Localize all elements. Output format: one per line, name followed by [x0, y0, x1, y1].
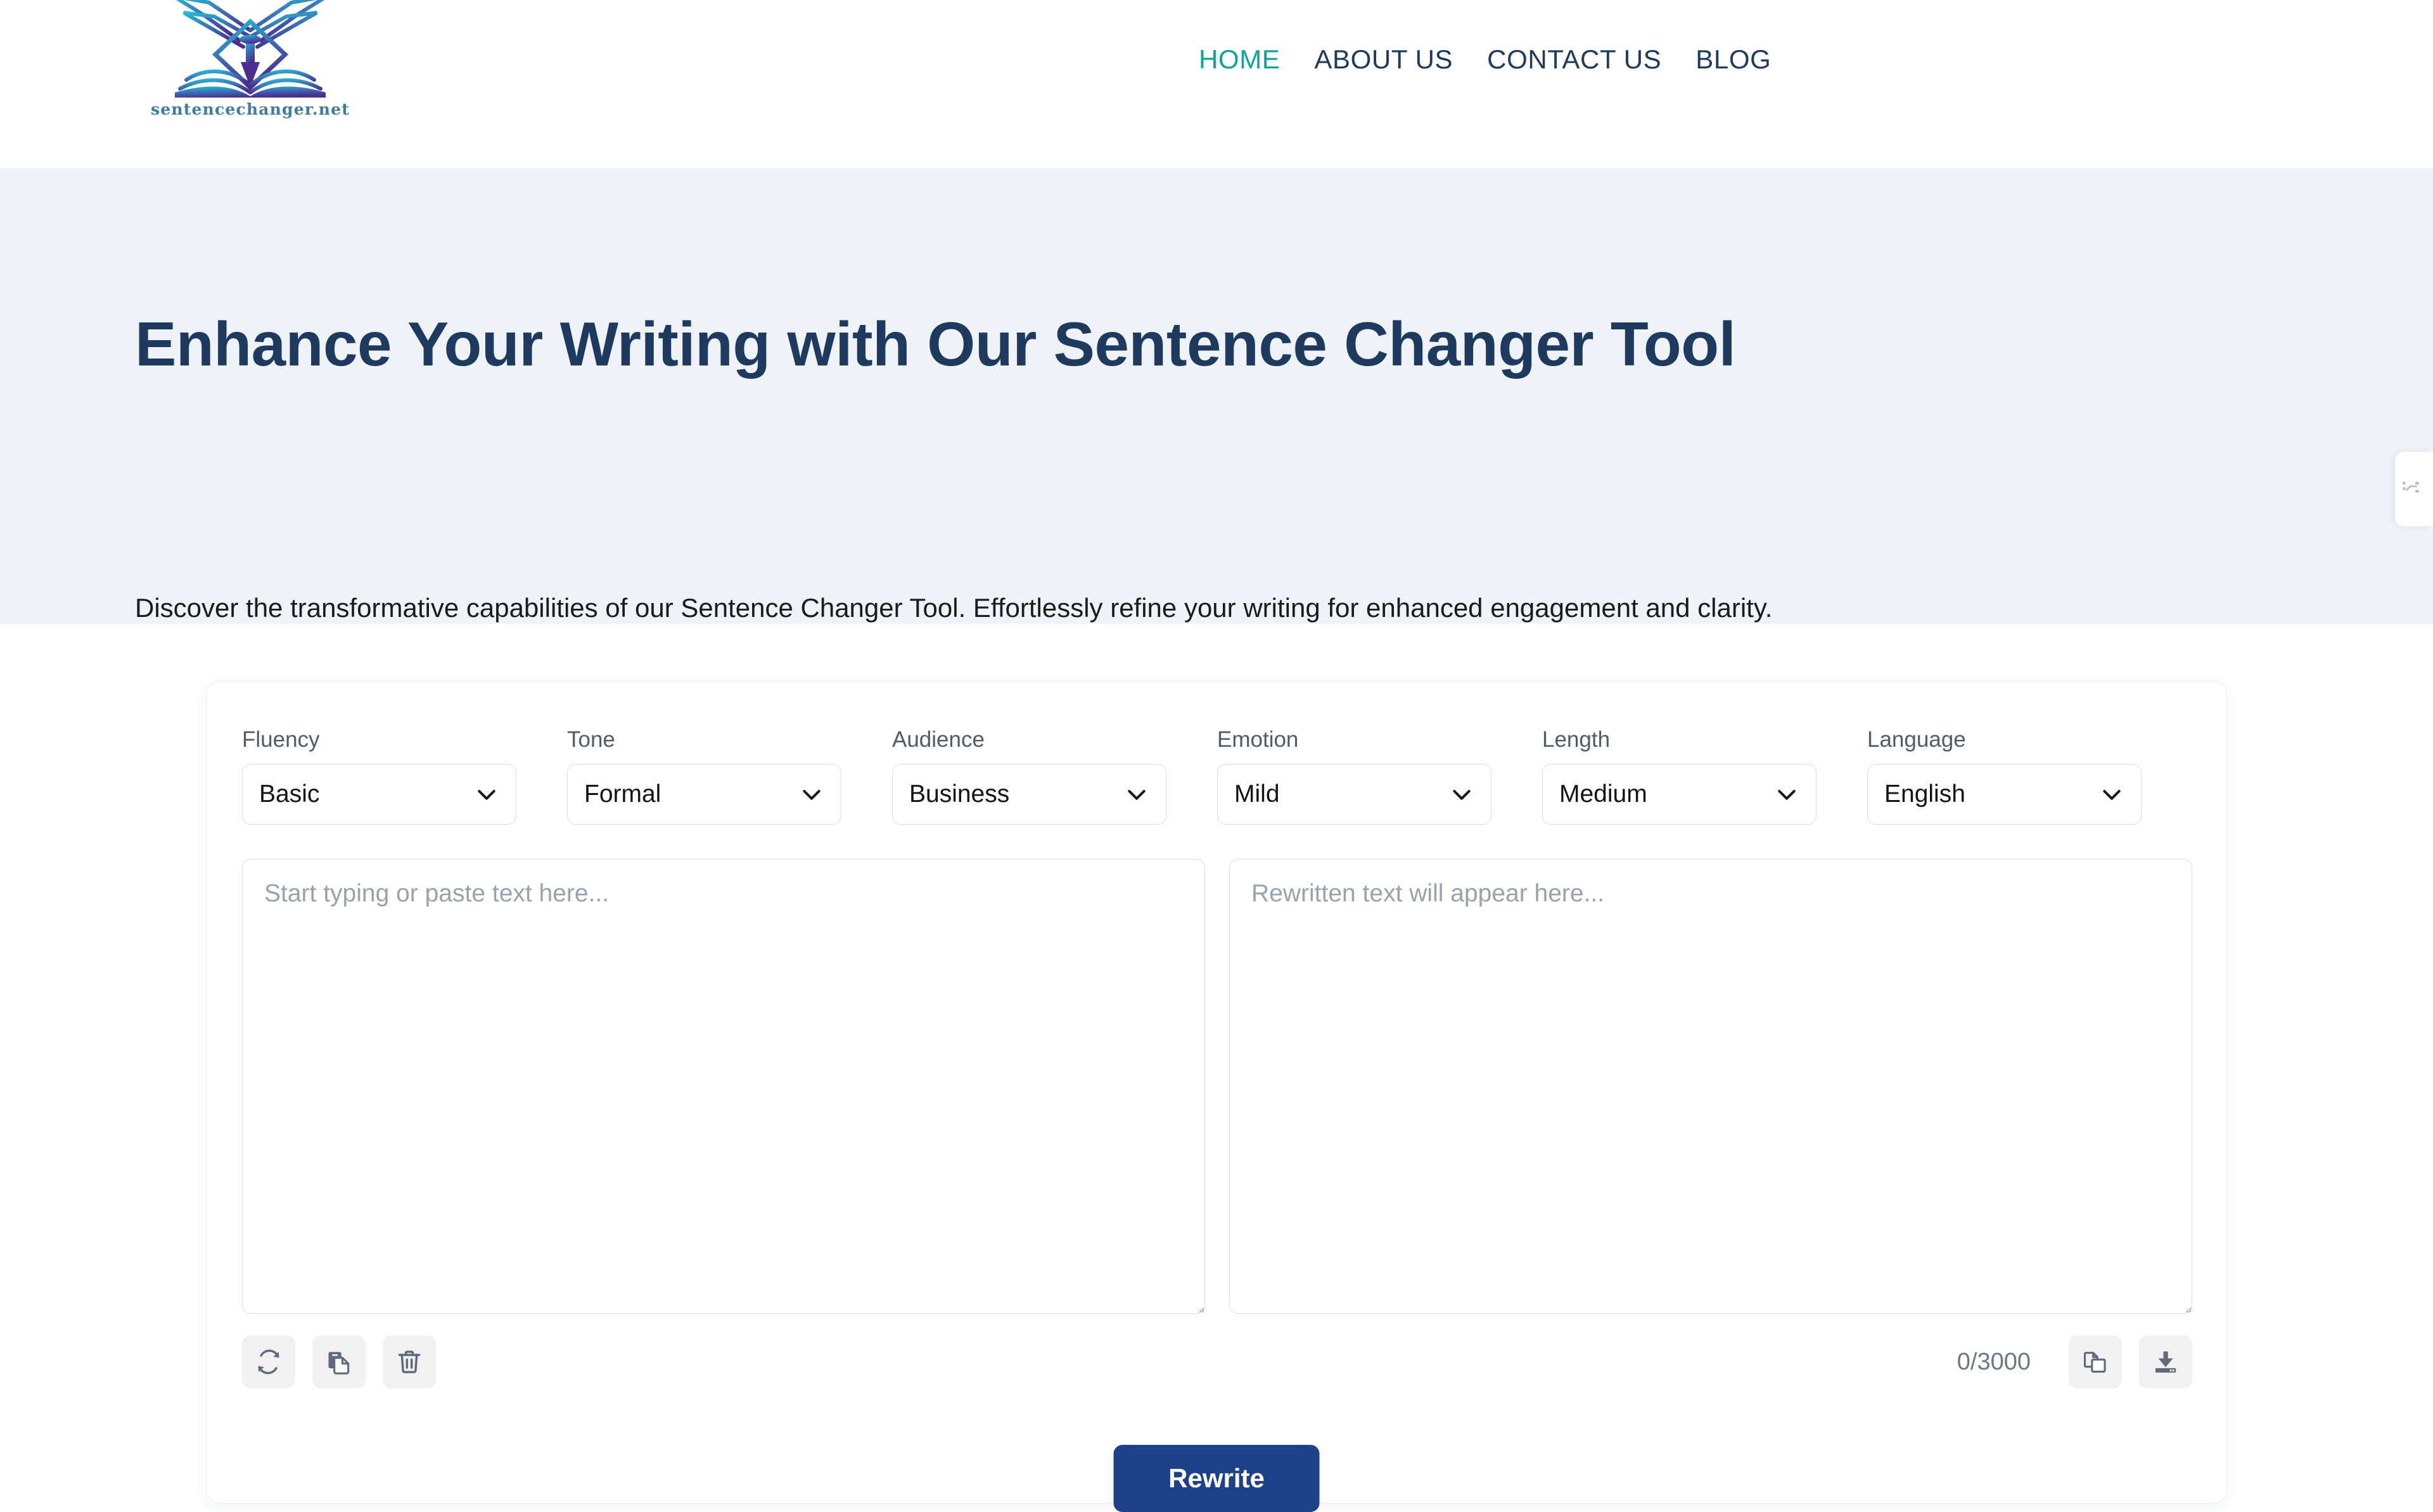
nav-item-home[interactable]: HOME [1182, 44, 1297, 75]
option-group-audience: Audience Business [892, 727, 1217, 825]
option-group-length: Length Medium [1542, 727, 1867, 825]
option-group-tone: Tone Formal [567, 727, 892, 825]
download-button[interactable] [2139, 1335, 2192, 1388]
refresh-button[interactable] [242, 1335, 295, 1388]
logo-text: sentencechanger.net [151, 100, 350, 118]
select-tone[interactable]: Formal [567, 764, 841, 825]
option-group-emotion: Emotion Mild [1217, 727, 1542, 825]
rewriter-tool-card: Fluency Basic Tone Formal Audience Busin… [206, 681, 2227, 1504]
rewrite-button[interactable]: Rewrite [1114, 1445, 1320, 1512]
side-widget-tab[interactable] [2395, 452, 2433, 526]
input-pane [242, 859, 1205, 1314]
refresh-icon [255, 1348, 283, 1376]
nav-item-about-us[interactable]: ABOUT US [1297, 44, 1470, 75]
nav-item-contact-us[interactable]: CONTACT US [1470, 44, 1678, 75]
left-action-group [242, 1335, 436, 1388]
select-length[interactable]: Medium [1542, 764, 1817, 825]
paste-document-icon [325, 1348, 353, 1376]
source-text-input[interactable] [242, 859, 1205, 1314]
label-fluency: Fluency [242, 727, 516, 753]
output-pane [1229, 859, 2192, 1314]
action-bar: 0/3000 [242, 1335, 2192, 1388]
option-group-fluency: Fluency Basic [242, 727, 567, 825]
download-icon [2152, 1348, 2180, 1376]
label-language: Language [1867, 727, 2142, 753]
select-language-value: English [1884, 780, 1965, 808]
clear-button[interactable] [383, 1335, 436, 1388]
winged-pen-book-logo-icon [165, 0, 336, 105]
chevron-down-icon [474, 782, 499, 807]
label-emotion: Emotion [1217, 727, 1491, 753]
page-subtitle: Discover the transformative capabilities… [135, 590, 1772, 626]
select-emotion[interactable]: Mild [1217, 764, 1491, 825]
label-tone: Tone [567, 727, 841, 753]
select-language[interactable]: English [1867, 764, 2142, 825]
rewritten-text-output[interactable] [1229, 859, 2192, 1314]
chevron-down-icon [2099, 782, 2124, 807]
label-audience: Audience [892, 727, 1166, 753]
site-logo[interactable]: sentencechanger.net [155, 0, 345, 143]
options-row: Fluency Basic Tone Formal Audience Busin… [242, 727, 2192, 825]
main-navigation: HOME ABOUT US CONTACT US BLOG [1182, 44, 1788, 75]
copy-icon [2081, 1348, 2109, 1376]
chevron-down-icon [1774, 782, 1799, 807]
nav-item-blog[interactable]: BLOG [1678, 44, 1788, 75]
paste-button[interactable] [312, 1335, 366, 1388]
character-counter: 0/3000 [1957, 1349, 2031, 1376]
select-fluency-value: Basic [259, 780, 319, 808]
select-audience[interactable]: Business [892, 764, 1166, 825]
chart-widget-icon [2400, 478, 2422, 500]
select-audience-value: Business [909, 780, 1009, 808]
page-title: Enhance Your Writing with Our Sentence C… [135, 310, 1735, 379]
option-group-language: Language English [1867, 727, 2192, 825]
select-fluency[interactable]: Basic [242, 764, 516, 825]
chevron-down-icon [1124, 782, 1149, 807]
text-panes [242, 859, 2192, 1314]
right-action-group: 0/3000 [1957, 1335, 2192, 1388]
copy-button[interactable] [2069, 1335, 2122, 1388]
trash-icon [395, 1348, 423, 1376]
label-length: Length [1542, 727, 1817, 753]
hero-section: Enhance Your Writing with Our Sentence C… [0, 168, 2433, 624]
select-length-value: Medium [1559, 780, 1647, 808]
select-tone-value: Formal [584, 780, 661, 808]
site-header: sentencechanger.net HOME ABOUT US CONTAC… [0, 0, 2433, 168]
chevron-down-icon [1449, 782, 1474, 807]
chevron-down-icon [799, 782, 824, 807]
select-emotion-value: Mild [1234, 780, 1280, 808]
